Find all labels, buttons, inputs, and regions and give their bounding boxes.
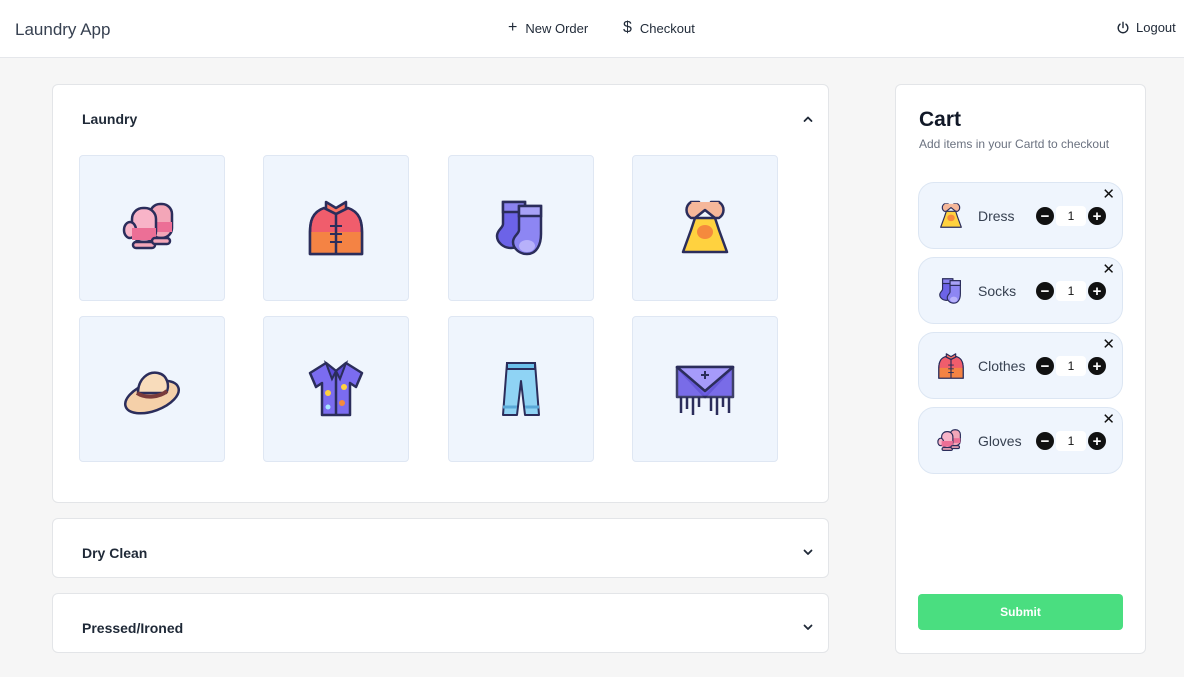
accordion-pressed-ironed[interactable]: Pressed/Ironed — [52, 593, 829, 653]
minus-button[interactable]: − — [1036, 282, 1054, 300]
cart-item: Socks − 1 + ✕ — [918, 257, 1123, 324]
cart-panel: Cart Add items in your Cartd to checkout… — [895, 84, 1146, 654]
item-tile-hat[interactable] — [79, 316, 225, 462]
item-tile-jeans[interactable] — [448, 316, 594, 462]
item-tile-socks[interactable] — [448, 155, 594, 301]
item-tile-gloves[interactable] — [79, 155, 225, 301]
jeans-icon — [489, 357, 553, 421]
cart-item-name: Socks — [978, 283, 1017, 299]
minus-button[interactable]: − — [1036, 207, 1054, 225]
quantity-value[interactable]: 1 — [1056, 281, 1086, 301]
item-tile-dress[interactable] — [632, 155, 778, 301]
cart-subtitle: Add items in your Cartd to checkout — [919, 137, 1110, 151]
quantity-value[interactable]: 1 — [1056, 356, 1086, 376]
checkout-link[interactable]: $ Checkout — [623, 20, 695, 36]
checkout-label: Checkout — [639, 20, 695, 36]
item-tile-shawl[interactable] — [632, 316, 778, 462]
plus-button[interactable]: + — [1088, 432, 1106, 450]
accordion-dry-clean[interactable]: Dry Clean — [52, 518, 829, 578]
accordion-dry-clean-title[interactable]: Dry Clean — [82, 545, 147, 561]
shirt-icon — [304, 357, 368, 421]
quantity-stepper: − 1 + — [1036, 431, 1106, 451]
quantity-value[interactable]: 1 — [1056, 206, 1086, 226]
cart-item-name: Dress — [978, 208, 1015, 224]
plus-button[interactable]: + — [1088, 207, 1106, 225]
plus-button[interactable]: + — [1088, 282, 1106, 300]
cart-item-name: Clothes — [978, 358, 1026, 374]
plus-button[interactable]: + — [1088, 357, 1106, 375]
socks-icon — [489, 196, 553, 260]
accordion-laundry: Laundry — [52, 84, 829, 503]
cart-item-name: Gloves — [978, 433, 1022, 449]
item-tile-clothes[interactable] — [263, 155, 409, 301]
dollar-icon: $ — [623, 19, 632, 36]
cart-item: Clothes − 1 + ✕ — [918, 332, 1123, 399]
clothes-icon — [936, 351, 966, 381]
new-order-link[interactable]: + New Order — [508, 20, 588, 36]
dress-icon — [936, 201, 966, 231]
cart-item: Dress − 1 + ✕ — [918, 182, 1123, 249]
new-order-label: New Order — [525, 20, 589, 36]
accordion-laundry-title[interactable]: Laundry — [82, 111, 137, 127]
remove-item-close-icon[interactable]: ✕ — [1102, 260, 1115, 278]
chevron-down-icon[interactable] — [800, 619, 816, 635]
remove-item-close-icon[interactable]: ✕ — [1102, 410, 1115, 428]
minus-button[interactable]: − — [1036, 357, 1054, 375]
quantity-value[interactable]: 1 — [1056, 431, 1086, 451]
hat-icon — [120, 357, 184, 421]
top-navbar: Laundry App + New Order $ Checkout Logou… — [0, 0, 1184, 58]
power-icon — [1117, 21, 1129, 33]
shawl-icon — [673, 357, 737, 421]
cart-item: Gloves − 1 + ✕ — [918, 407, 1123, 474]
dress-icon — [673, 196, 737, 260]
remove-item-close-icon[interactable]: ✕ — [1102, 185, 1115, 203]
quantity-stepper: − 1 + — [1036, 281, 1106, 301]
minus-button[interactable]: − — [1036, 432, 1054, 450]
remove-item-close-icon[interactable]: ✕ — [1102, 335, 1115, 353]
clothes-icon — [304, 196, 368, 260]
logout-label: Logout — [1136, 20, 1176, 35]
item-tile-shirt[interactable] — [263, 316, 409, 462]
cart-title: Cart — [919, 108, 962, 131]
chevron-down-icon[interactable] — [800, 544, 816, 560]
gloves-icon — [936, 426, 966, 456]
app-brand[interactable]: Laundry App — [15, 20, 110, 40]
quantity-stepper: − 1 + — [1036, 206, 1106, 226]
chevron-up-icon[interactable] — [800, 111, 816, 127]
logout-link[interactable]: Logout — [1116, 20, 1176, 35]
submit-button[interactable]: Submit — [918, 594, 1123, 630]
plus-icon: + — [508, 19, 518, 36]
gloves-icon — [120, 196, 184, 260]
accordion-pressed-ironed-title[interactable]: Pressed/Ironed — [82, 620, 183, 636]
quantity-stepper: − 1 + — [1036, 356, 1106, 376]
socks-icon — [936, 276, 966, 306]
